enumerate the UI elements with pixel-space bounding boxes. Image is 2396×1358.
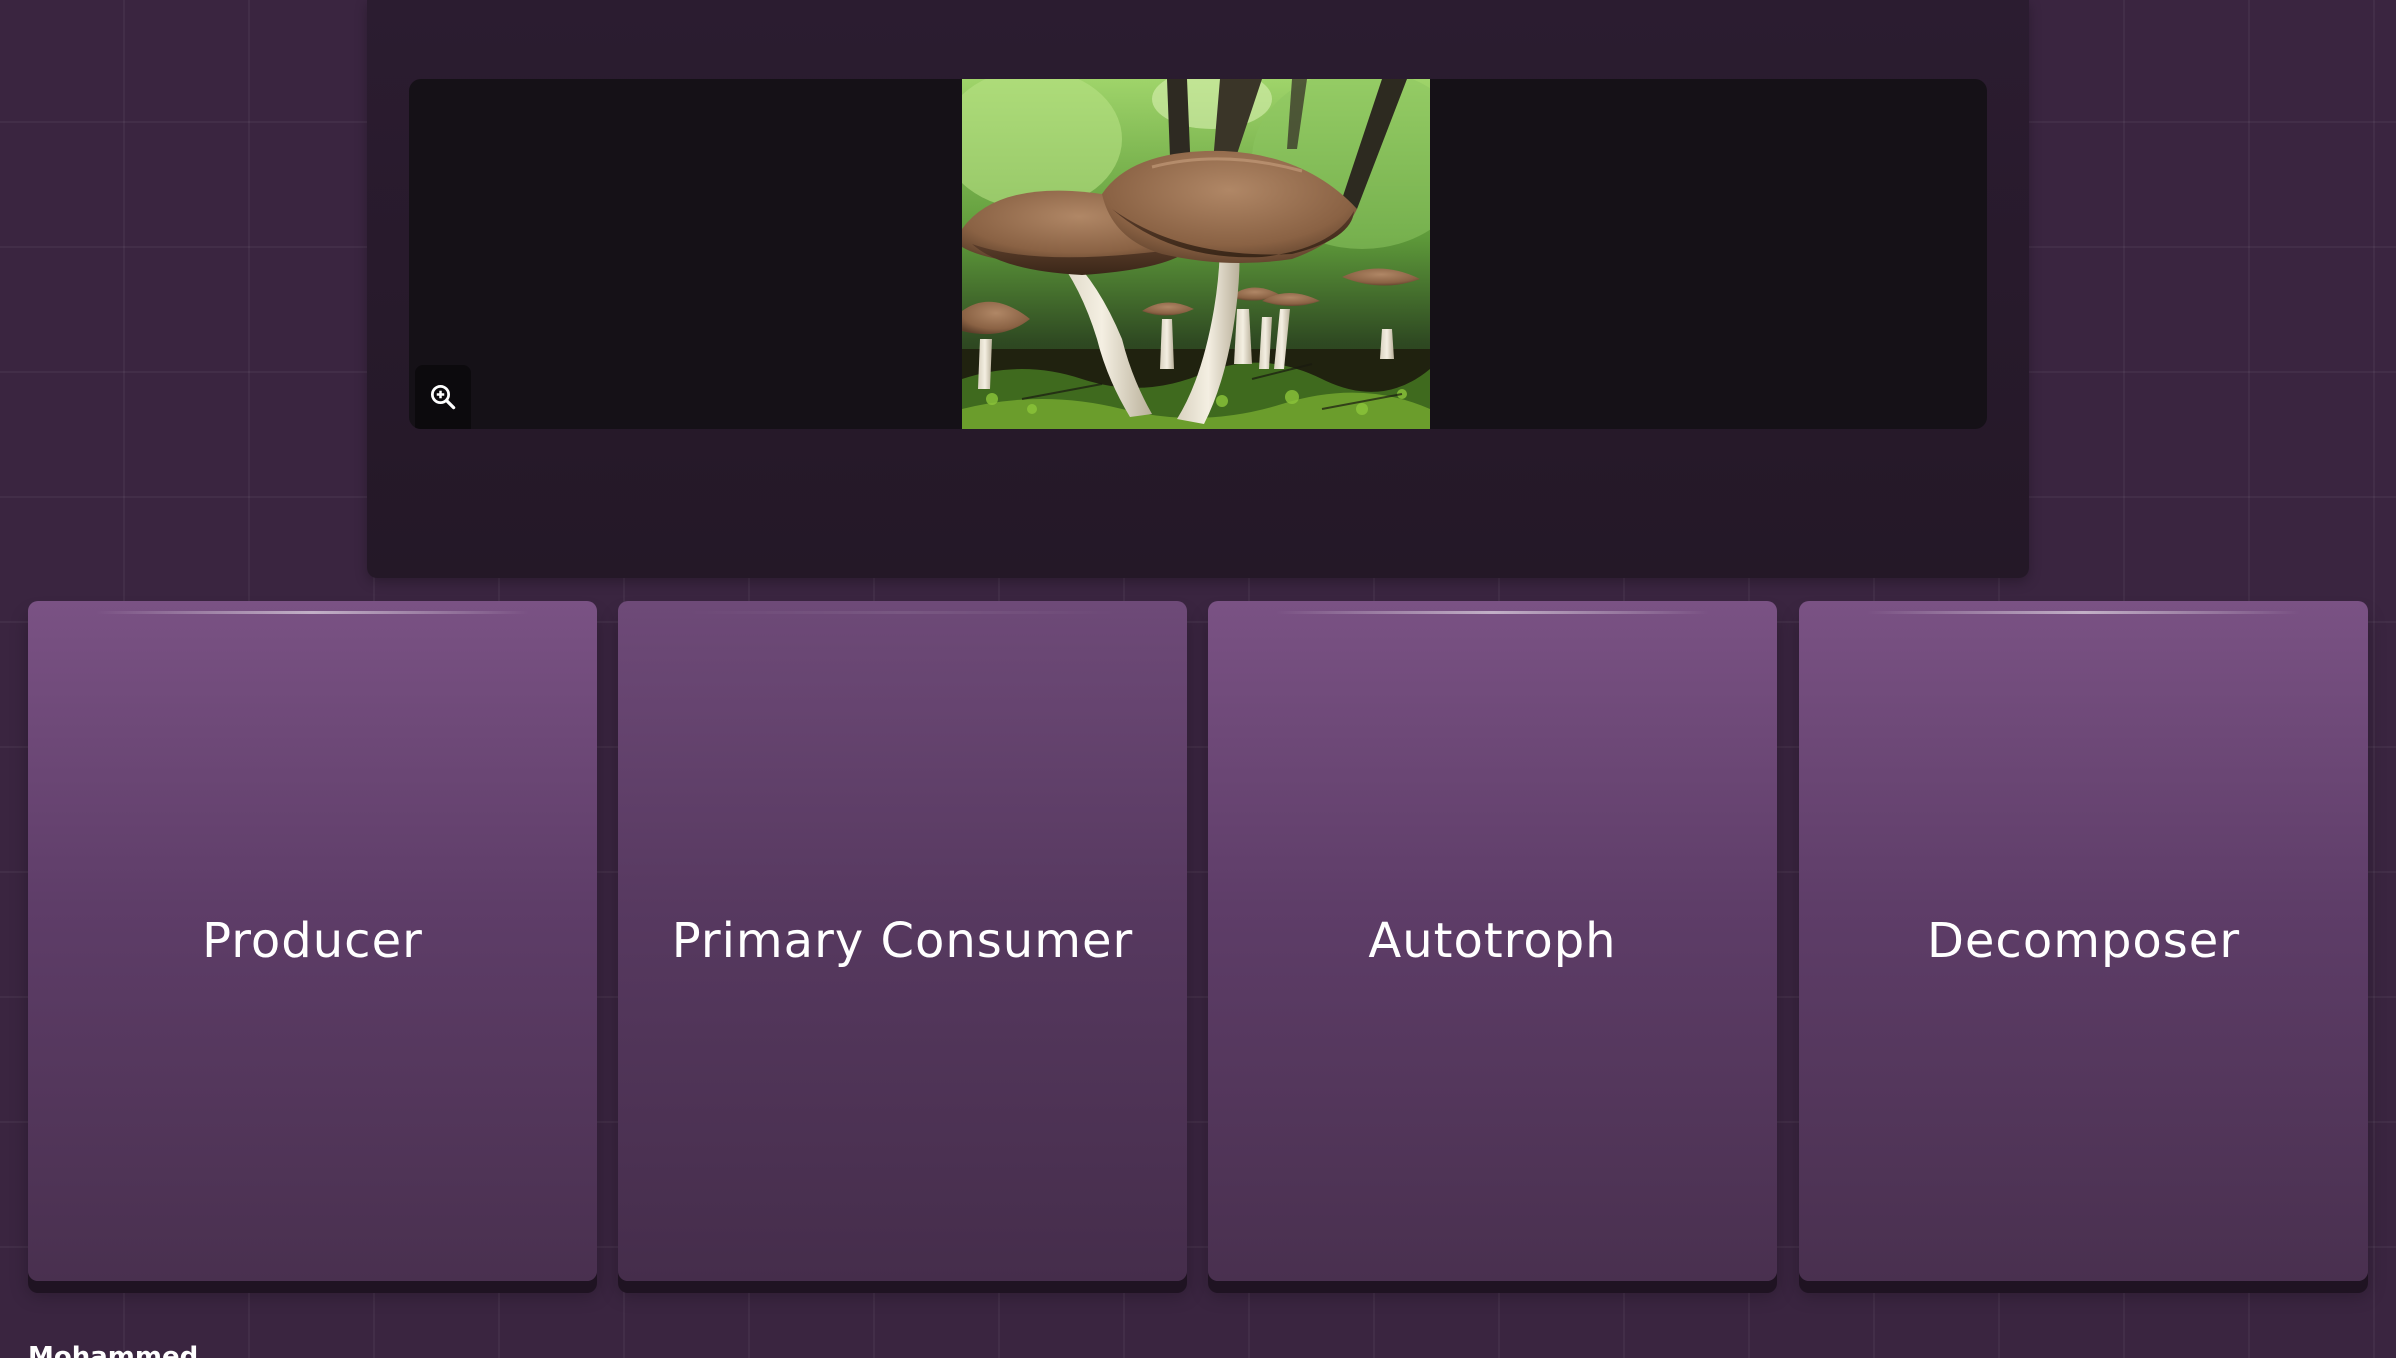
answer-option-decomposer[interactable]: Decomposer — [1799, 601, 2368, 1281]
answer-label: Decomposer — [1926, 913, 2241, 969]
answer-label: Autotroph — [1368, 913, 1617, 969]
answer-label: Primary Consumer — [671, 913, 1134, 969]
zoom-in-icon — [431, 385, 456, 410]
answer-option-primary-consumer[interactable]: Primary Consumer — [618, 601, 1187, 1281]
zoom-button[interactable] — [415, 365, 471, 429]
answer-label: Producer — [202, 913, 423, 969]
answer-option-producer[interactable]: Producer — [28, 601, 597, 1281]
answer-option-autotroph[interactable]: Autotroph — [1208, 601, 1777, 1281]
answer-options: Producer Primary Consumer Autotroph Deco… — [28, 601, 2369, 1293]
question-image — [962, 79, 1430, 429]
question-media-frame — [409, 79, 1987, 429]
player-name: Mohammed — [28, 1342, 199, 1358]
question-panel — [367, 0, 2029, 578]
